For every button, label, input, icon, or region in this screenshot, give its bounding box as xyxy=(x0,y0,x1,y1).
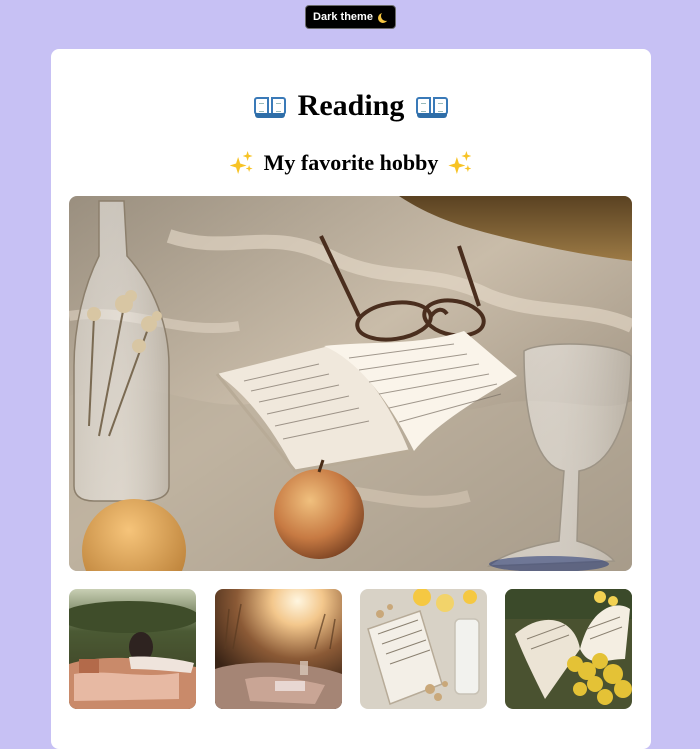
page-title-text: Reading xyxy=(297,89,405,122)
sparkles-icon xyxy=(229,151,254,175)
book-icon xyxy=(416,94,449,118)
book-icon xyxy=(253,94,286,118)
sparkles-icon xyxy=(448,151,472,175)
moon-icon xyxy=(381,11,391,21)
page-title: Reading xyxy=(51,89,651,123)
thumbnail-photo[interactable] xyxy=(360,589,487,709)
page-subtitle-text: My favorite hobby xyxy=(263,150,439,175)
dark-theme-label: Dark theme xyxy=(313,11,373,23)
content-card: Reading My favorite hobby xyxy=(51,49,651,749)
hero-photo xyxy=(69,196,632,571)
thumbnail-gallery xyxy=(69,589,632,709)
dark-theme-button[interactable]: Dark theme xyxy=(305,5,396,29)
page-subtitle: My favorite hobby xyxy=(51,150,651,176)
thumbnail-photo[interactable] xyxy=(505,589,632,709)
thumbnail-photo[interactable] xyxy=(69,589,196,709)
thumbnail-photo[interactable] xyxy=(215,589,342,709)
